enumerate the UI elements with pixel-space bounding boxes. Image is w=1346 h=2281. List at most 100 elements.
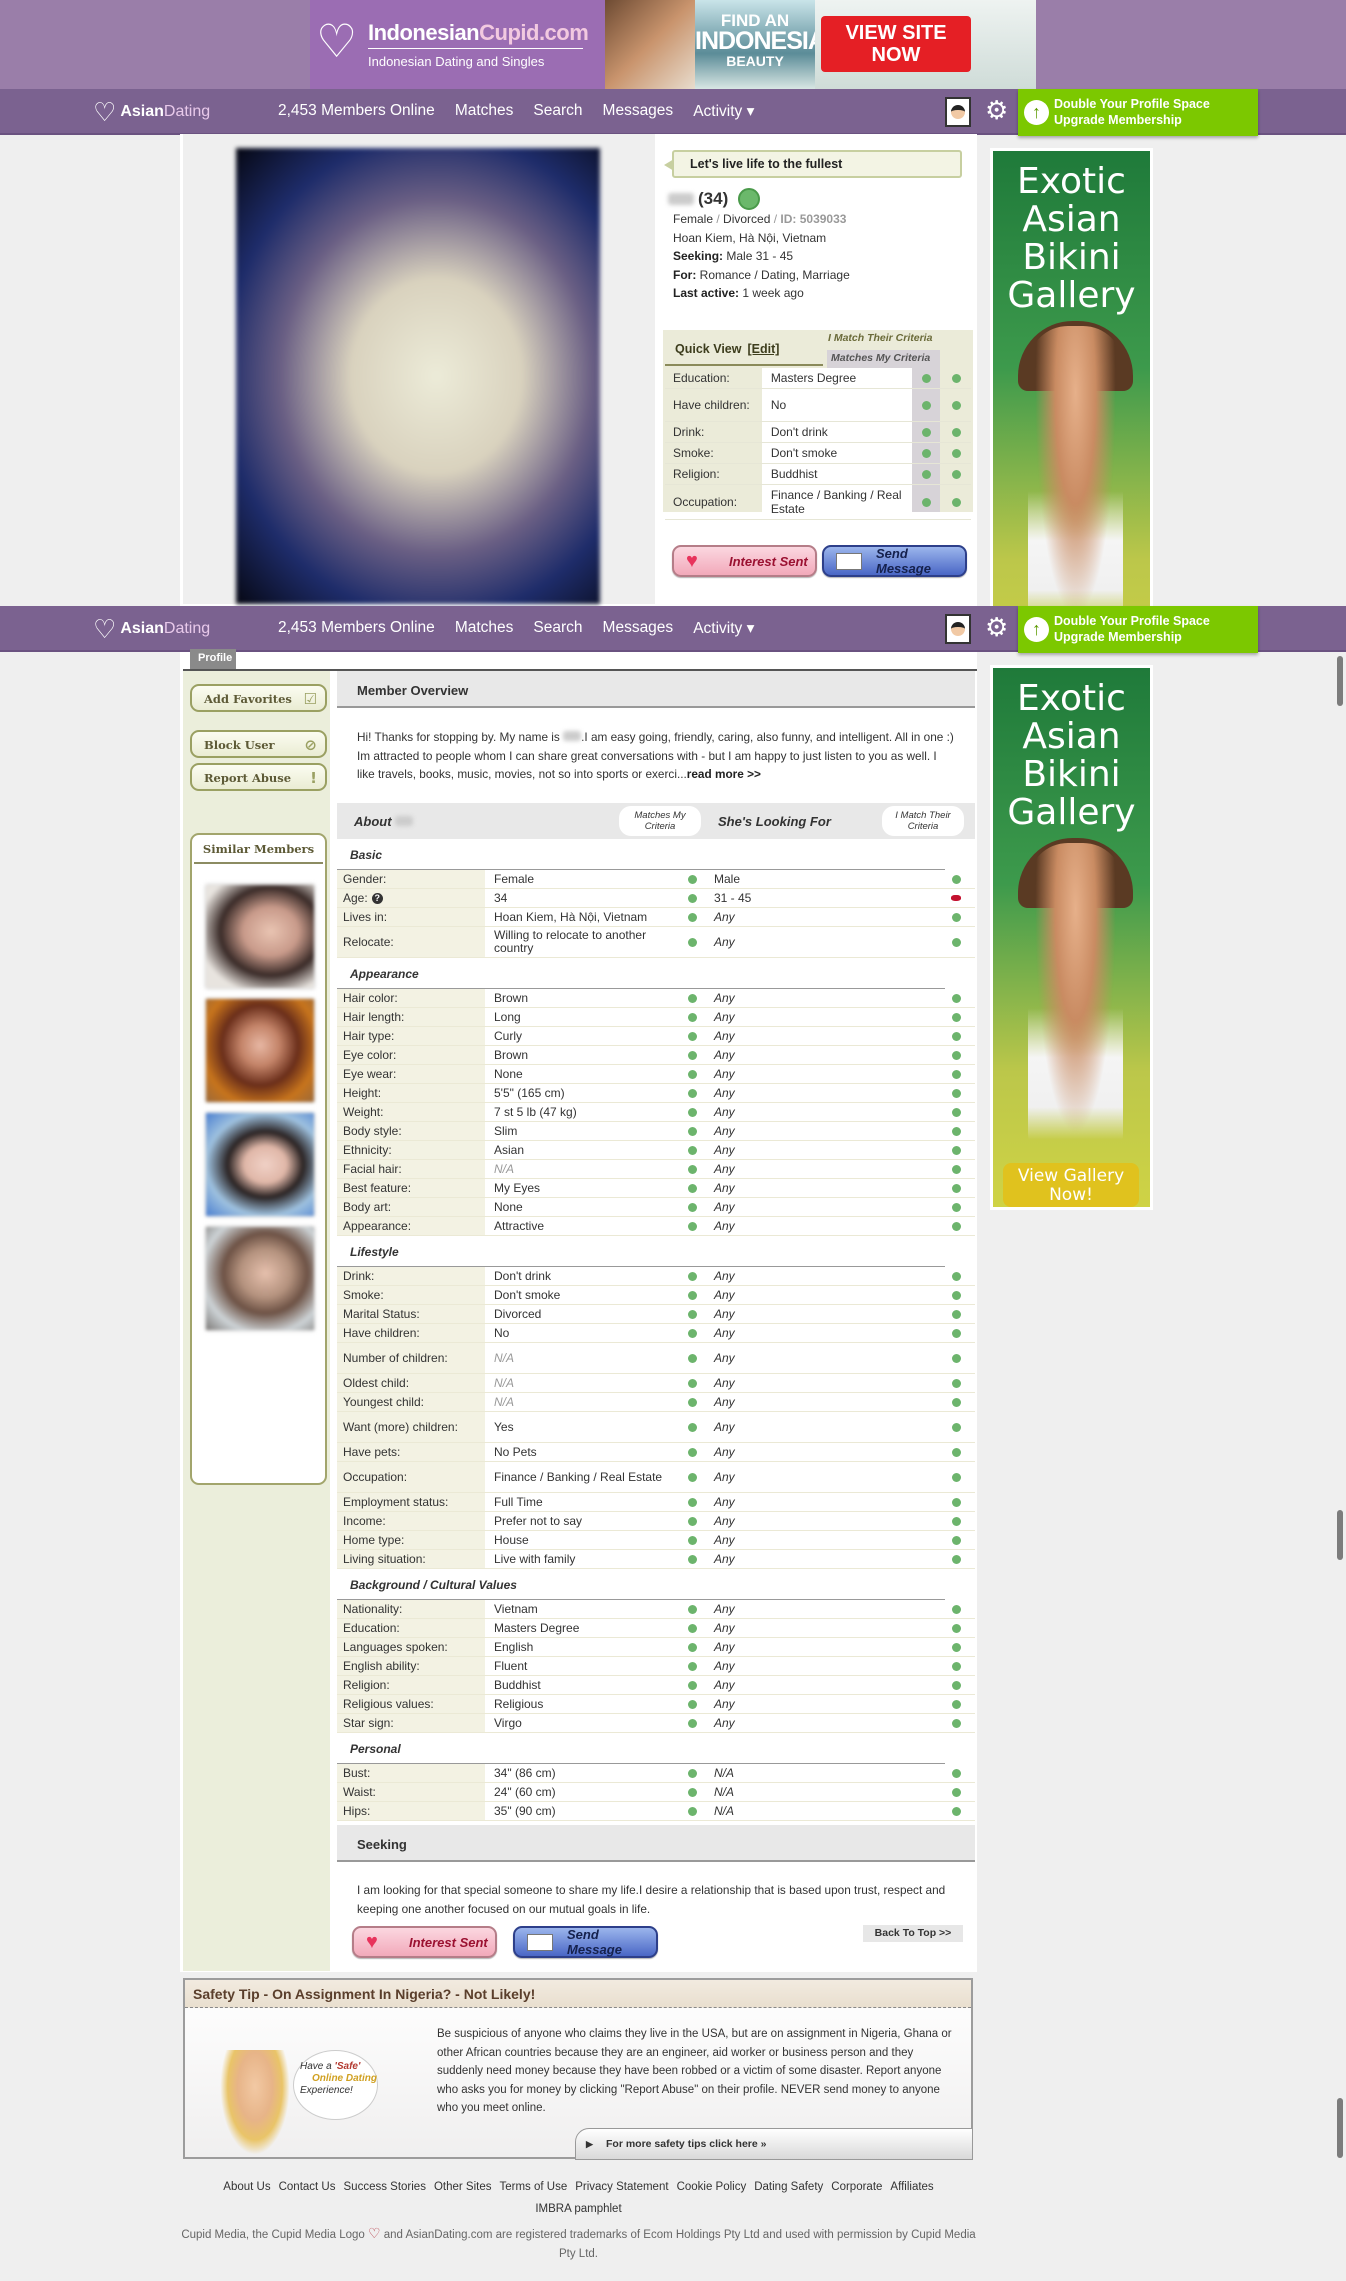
- i-match-their-criteria-indicator: [939, 937, 973, 947]
- interest-sent-button-bottom[interactable]: ♥ Interest Sent: [352, 1926, 497, 1958]
- green-dot-icon: [951, 1422, 961, 1432]
- attribute-row: Occupation: Finance / Banking / Real Esta…: [337, 1462, 975, 1493]
- gear-icon[interactable]: ⚙: [985, 614, 1008, 640]
- green-dot-icon: [951, 373, 961, 383]
- upgrade-membership-button[interactable]: ↑ Double Your Profile Space Upgrade Memb…: [1018, 606, 1258, 653]
- attribute-label: Hair type:: [337, 1027, 485, 1045]
- attribute-row: Marital Status: Divorced Any: [337, 1305, 975, 1324]
- user-avatar[interactable]: [945, 97, 971, 127]
- bikini-gallery-ad[interactable]: Exotic Asian Bikini Gallery View Gallery…: [990, 665, 1153, 1210]
- green-dot-icon: [687, 1806, 697, 1816]
- quick-view-edit-link[interactable]: [Edit]: [747, 342, 779, 356]
- view-site-now-button[interactable]: VIEW SITE NOW: [821, 16, 971, 72]
- i-match-their-criteria-indicator: [939, 1031, 973, 1041]
- view-gallery-now-button[interactable]: View Gallery Now!: [1003, 1163, 1139, 1207]
- safety-tip-title: Safety Tip - On Assignment In Nigeria? -…: [185, 1980, 971, 2008]
- scrollbar-thumb[interactable]: [1337, 656, 1343, 706]
- footer-copyright: Cupid Media, the Cupid Media Logo ♡ and …: [180, 2224, 977, 2264]
- footer-link[interactable]: Affiliates: [890, 2180, 933, 2194]
- matches-my-criteria-indicator: [682, 937, 702, 947]
- about-title: About: [354, 814, 414, 829]
- footer-link[interactable]: Other Sites: [434, 2180, 492, 2194]
- gear-icon[interactable]: ⚙: [985, 97, 1008, 123]
- help-icon[interactable]: ?: [371, 892, 383, 904]
- nav-messages[interactable]: Messages: [603, 619, 674, 638]
- green-dot-icon: [687, 1661, 697, 1671]
- footer-link[interactable]: Dating Safety: [754, 2180, 823, 2194]
- i-match-their-criteria-indicator: [939, 1699, 973, 1709]
- matches-my-criteria-indicator: [682, 1069, 702, 1079]
- looking-for-value: Any: [714, 1219, 735, 1233]
- red-dot-icon: [951, 895, 961, 901]
- nav-activity-dropdown[interactable]: Activity ▾: [693, 102, 754, 121]
- green-dot-icon: [687, 1202, 697, 1212]
- profile-photo[interactable]: [236, 148, 600, 604]
- blurred-name: [563, 731, 582, 741]
- bikini-gallery-ad-top[interactable]: Exotic Asian Bikini Gallery: [990, 148, 1153, 608]
- similar-member-photo[interactable]: [206, 1113, 314, 1216]
- footer-link[interactable]: Cookie Policy: [677, 2180, 747, 2194]
- send-message-button[interactable]: Send Message: [822, 545, 967, 577]
- tab-profile[interactable]: Profile: [190, 649, 236, 671]
- nav-activity-dropdown[interactable]: Activity ▾: [693, 619, 754, 638]
- footer-link[interactable]: IMBRA pamphlet: [535, 2202, 621, 2216]
- scrollbar-thumb[interactable]: [1337, 1510, 1343, 1560]
- attribute-label: Oldest child:: [337, 1374, 485, 1392]
- scrollbar-thumb[interactable]: [1337, 2098, 1343, 2158]
- attribute-value: Divorced: [494, 1306, 542, 1321]
- similar-member-photo[interactable]: [206, 1227, 314, 1330]
- looking-for-value: 31 - 45: [714, 891, 752, 905]
- footer-link[interactable]: Contact Us: [279, 2180, 336, 2194]
- quick-view-title: Quick View: [675, 342, 742, 356]
- footer-link[interactable]: About Us: [223, 2180, 270, 2194]
- quick-view-key: Drink:: [673, 425, 705, 439]
- similar-member-photo[interactable]: [206, 885, 314, 988]
- divider: [368, 48, 583, 49]
- user-avatar[interactable]: [945, 614, 971, 644]
- nav-matches[interactable]: Matches: [455, 102, 514, 121]
- attribute-row: Have children: No Any: [337, 1324, 975, 1343]
- attribute-label: Employment status:: [337, 1493, 485, 1511]
- asiandating-logo[interactable]: ♡ Asian Dating: [93, 99, 210, 125]
- nav-search[interactable]: Search: [533, 619, 582, 638]
- footer-link[interactable]: Success Stories: [344, 2180, 426, 2194]
- more-safety-tips-link[interactable]: For more safety tips click here »: [575, 2128, 973, 2160]
- green-dot-icon: [951, 1516, 961, 1526]
- nav-matches[interactable]: Matches: [455, 619, 514, 638]
- nav-search[interactable]: Search: [533, 102, 582, 121]
- matches-my-criteria-indicator: [682, 1290, 702, 1300]
- attribute-row: Hair type: Curly Any: [337, 1027, 975, 1046]
- report-abuse-button[interactable]: Report Abuse!: [190, 763, 327, 791]
- i-match-their-criteria-indicator: [939, 1164, 973, 1174]
- nav-messages[interactable]: Messages: [603, 102, 674, 121]
- similar-member-photo[interactable]: [206, 999, 314, 1102]
- attribute-label: Age: ?: [337, 889, 485, 907]
- ad-photo: [605, 0, 695, 89]
- attribute-row: Religious values: Religious Any: [337, 1695, 975, 1714]
- attribute-label: Income:: [337, 1512, 485, 1530]
- footer-link[interactable]: Privacy Statement: [575, 2180, 668, 2194]
- nav-members-online[interactable]: 2,453 Members Online: [278, 619, 435, 638]
- interest-sent-button[interactable]: ♥ Interest Sent: [672, 545, 817, 577]
- interest-sent-label: Interest Sent: [409, 1934, 488, 1950]
- asiandating-logo[interactable]: ♡ Asian Dating: [93, 616, 210, 642]
- footer-link[interactable]: Corporate: [831, 2180, 882, 2194]
- back-to-top-button[interactable]: Back To Top >>: [863, 1925, 963, 1942]
- nav-members-online[interactable]: 2,453 Members Online: [278, 102, 435, 121]
- send-message-button-bottom[interactable]: Send Message: [513, 1926, 658, 1958]
- block-user-button[interactable]: Block User ⊘: [190, 730, 327, 758]
- attribute-row: Body style: Slim Any: [337, 1122, 975, 1141]
- upgrade-membership-button[interactable]: ↑ Double Your Profile Space Upgrade Memb…: [1018, 89, 1258, 136]
- indonesiancupid-banner-ad[interactable]: ♡ IndonesianCupid.com Indonesian Dating …: [310, 0, 1036, 89]
- read-more-link[interactable]: read more >>: [687, 767, 761, 781]
- i-match-their-criteria-indicator: [939, 993, 973, 1003]
- green-dot-icon: [687, 1516, 697, 1526]
- footer-link[interactable]: Terms of Use: [499, 2180, 567, 2194]
- green-dot-icon: [951, 1623, 961, 1633]
- attribute-value: Virgo: [494, 1715, 522, 1730]
- i-match-their-criteria-indicator: [939, 1107, 973, 1117]
- attribute-row: Hair color: Brown Any: [337, 989, 975, 1008]
- looking-for-value: Any: [714, 1395, 735, 1409]
- add-favorites-button[interactable]: Add Favorites ☑: [190, 684, 327, 712]
- green-dot-icon: [951, 1069, 961, 1079]
